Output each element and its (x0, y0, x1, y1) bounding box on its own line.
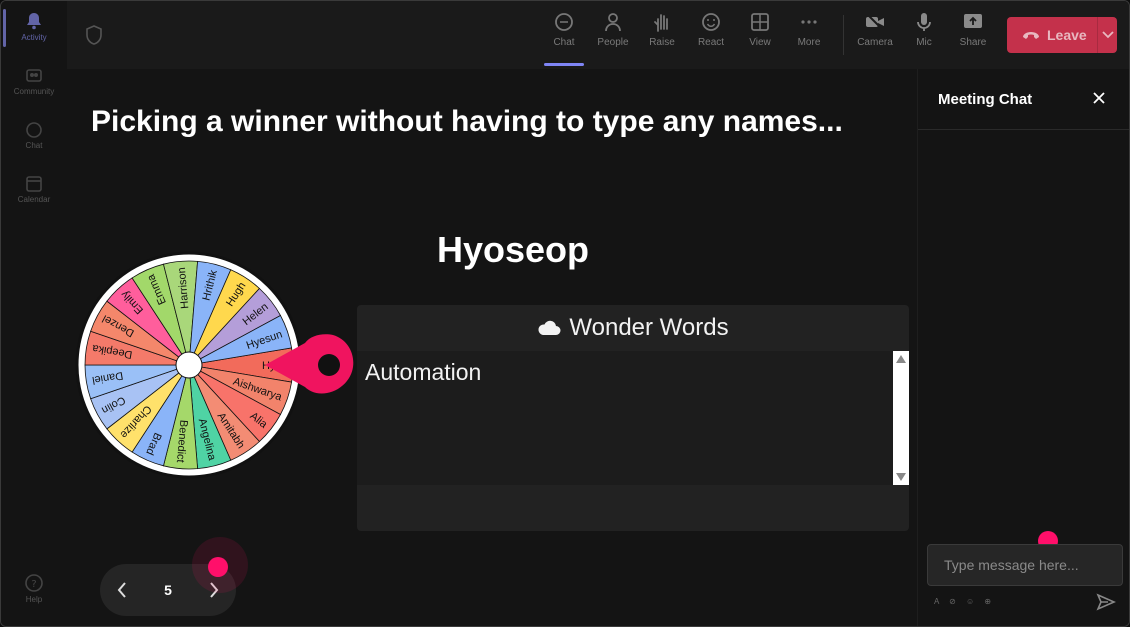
rail-item-chat[interactable]: Chat (1, 121, 67, 150)
wonder-words-title: Wonder Words (569, 314, 729, 341)
share-screen-icon (964, 14, 982, 28)
help-icon: ? (25, 574, 43, 592)
word-scrollbar[interactable] (893, 351, 909, 485)
wonder-words-header: Wonder Words (357, 305, 909, 351)
people-button[interactable]: People (590, 11, 636, 48)
rail-label: Chat (25, 141, 43, 150)
toolbar-divider (843, 15, 844, 55)
share-button-label: Share (959, 37, 987, 48)
leave-options-button[interactable] (1098, 31, 1117, 39)
chat-icon (26, 122, 42, 138)
chat-placeholder: Type message here... (944, 557, 1079, 573)
chat-format-tools[interactable]: A ⊘ ☺ ⊕ (934, 597, 995, 606)
send-icon[interactable] (1096, 593, 1116, 611)
smiley-icon (702, 13, 720, 31)
rail-item-community[interactable]: Community (1, 67, 67, 96)
bell-icon (27, 13, 41, 30)
wonder-words-panel: Wonder Words Automation (357, 305, 909, 531)
meeting-chat-panel: Meeting Chat Type message here... A ⊘ ☺ … (917, 69, 1129, 626)
chat-button[interactable]: Chat (541, 11, 587, 48)
scroll-up-arrow[interactable] (896, 355, 906, 363)
share-button[interactable]: Share (950, 11, 996, 48)
microphone-icon (917, 13, 931, 31)
people-button-label: People (597, 37, 629, 48)
camera-button-label: Camera (857, 37, 893, 48)
chat-bubble-icon (555, 13, 573, 31)
shield-icon (86, 25, 102, 45)
rail-item-help[interactable]: ? Help (1, 573, 67, 604)
chat-title: Meeting Chat (938, 91, 1033, 108)
svg-text:?: ? (31, 579, 36, 590)
cloud-icon (538, 320, 561, 335)
more-button[interactable]: More (786, 11, 832, 48)
chat-message-input[interactable]: Type message here... (927, 544, 1123, 586)
rail-item-activity[interactable]: Activity (1, 11, 67, 42)
people-icon (605, 13, 621, 32)
rail-label: Community (13, 87, 55, 96)
chevron-down-icon (1101, 31, 1114, 39)
leave-label: Leave (1047, 27, 1087, 43)
current-word: Automation (365, 359, 482, 385)
rail-item-calendar[interactable]: Calendar (1, 175, 67, 204)
community-icon (26, 69, 42, 82)
raise-hand-button[interactable]: Raise (639, 11, 685, 48)
more-button-label: More (797, 37, 821, 48)
rail-label: Calendar (17, 195, 51, 204)
react-button[interactable]: React (688, 11, 734, 48)
leave-main[interactable]: Leave (1007, 27, 1097, 43)
wheel-pointer-icon (265, 334, 354, 394)
chat-active-indicator (544, 63, 584, 66)
chat-header: Meeting Chat (918, 69, 1129, 130)
meeting-toolbar: Chat People Raise React View More Camera (67, 1, 1129, 69)
more-dots-icon (801, 20, 817, 24)
mic-button[interactable]: Mic (901, 11, 947, 48)
raise-button-label: Raise (649, 37, 675, 48)
view-button[interactable]: View (737, 11, 783, 48)
wheel-hub (175, 351, 203, 379)
meeting-window: Activity Community Chat Calendar ? Help … (0, 0, 1130, 627)
leave-button[interactable]: Leave (1007, 17, 1117, 53)
rail-label: Activity (21, 33, 47, 42)
page-number: 5 (164, 582, 172, 598)
close-icon[interactable] (1092, 91, 1106, 105)
slide-title: Picking a winner without having to type … (91, 105, 843, 138)
grid-icon (751, 13, 769, 31)
laser-pointer-dot (208, 557, 228, 577)
chat-button-label: Chat (553, 37, 575, 48)
app-rail: Activity Community Chat Calendar ? Help (1, 1, 68, 626)
calendar-icon (26, 176, 42, 192)
word-area[interactable]: Automation (357, 351, 893, 485)
scroll-down-arrow[interactable] (896, 473, 906, 481)
winner-name: Hyoseop (437, 229, 590, 270)
hang-up-icon (1023, 32, 1039, 39)
rail-label: Help (25, 595, 43, 604)
chevron-left-icon[interactable] (116, 581, 128, 599)
camera-button[interactable]: Camera (852, 11, 898, 48)
view-button-label: View (749, 37, 771, 48)
camera-off-icon (866, 13, 884, 31)
shared-stage: Picking a winner without having to type … (67, 69, 917, 626)
hand-icon (654, 14, 668, 32)
mic-button-label: Mic (916, 37, 932, 48)
react-button-label: React (697, 37, 725, 48)
